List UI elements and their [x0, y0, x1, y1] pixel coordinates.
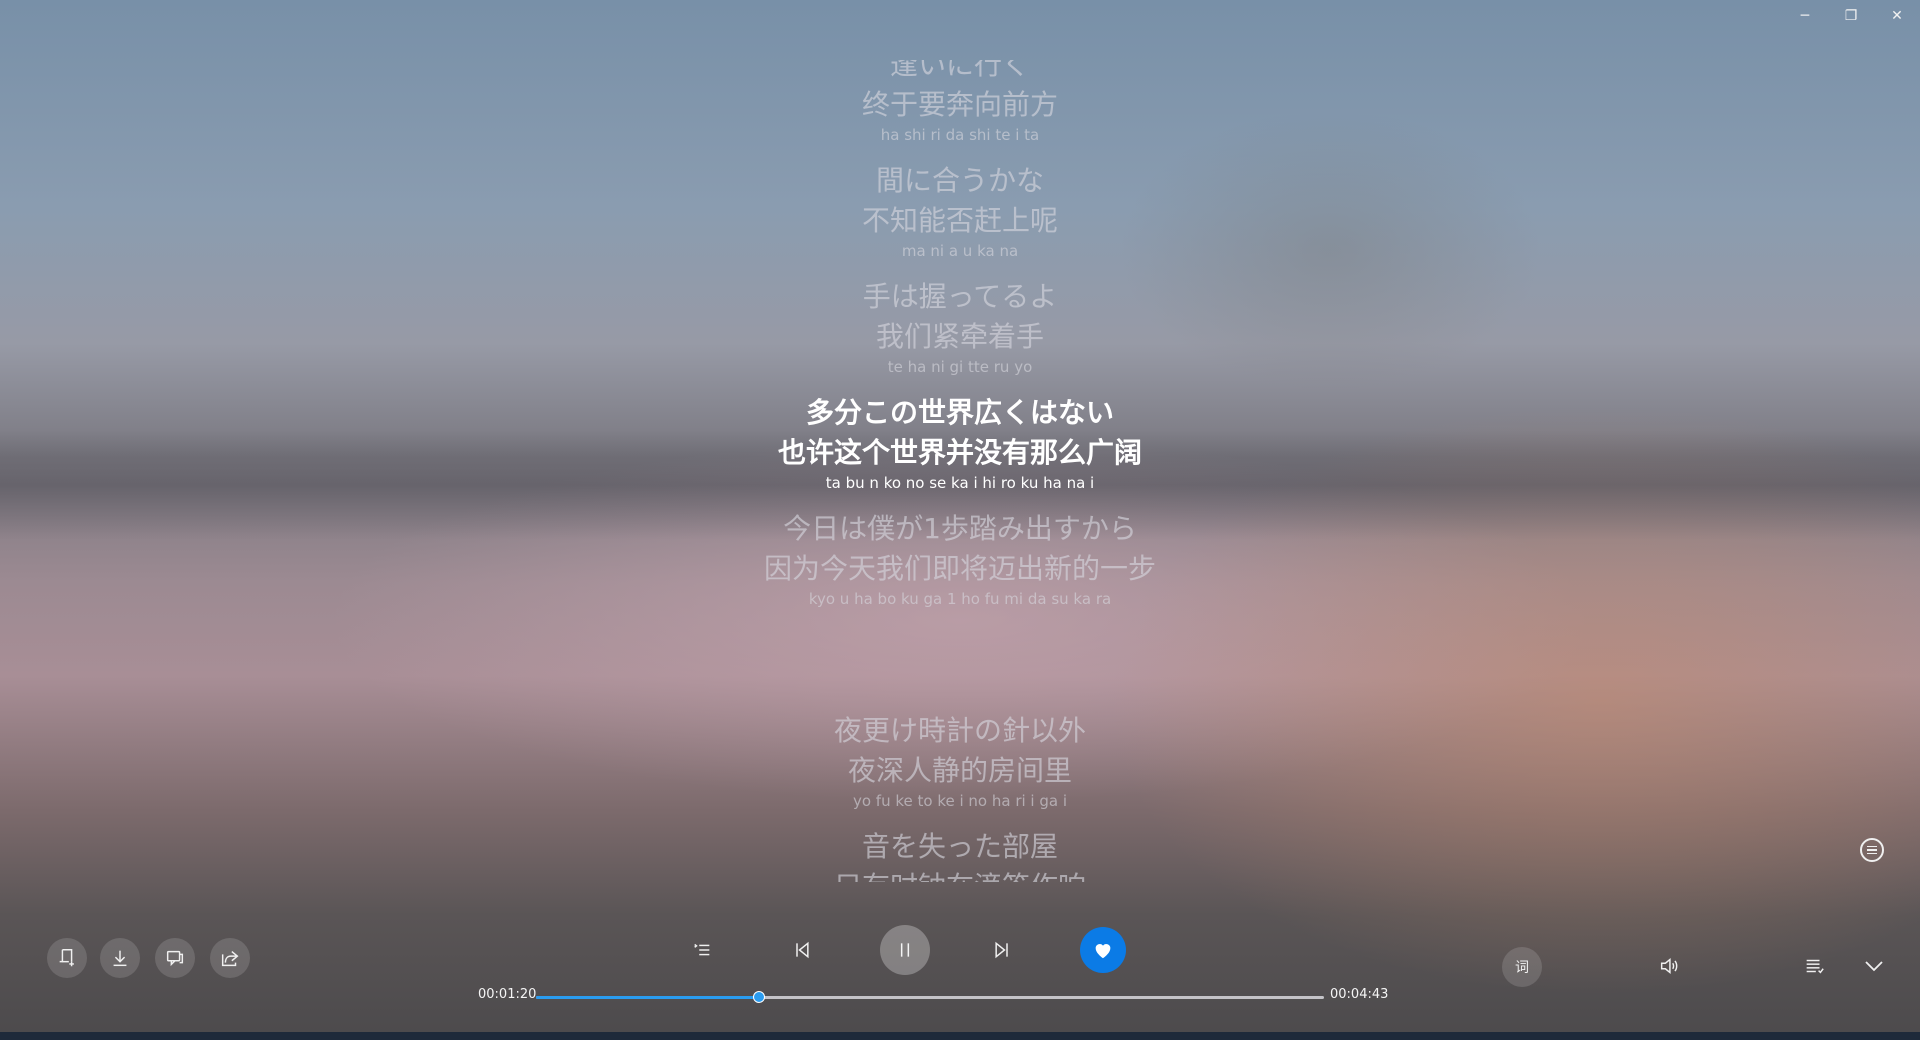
- share-icon: [221, 951, 239, 967]
- pause-button[interactable]: [880, 925, 930, 975]
- close-button[interactable]: ✕: [1874, 0, 1920, 32]
- volume-icon: [1660, 958, 1678, 974]
- previous-icon: [796, 941, 809, 959]
- lyric-romaji: ta bu n ko no se ka i hi ro ku ha na i: [825, 474, 1095, 492]
- lyric-toggle-label: 词: [1515, 960, 1529, 976]
- queue-button[interactable]: [1800, 954, 1828, 978]
- add-to-playlist-button[interactable]: [47, 938, 87, 978]
- lyric-original: 夜更け時計の針以外: [833, 714, 1086, 747]
- collapse-button[interactable]: [1860, 954, 1888, 978]
- lyric-translation: 只有时钟在滴答作响: [460, 867, 1460, 882]
- lyric-translation: 夜深人静的房间里: [847, 754, 1072, 787]
- lyric-romaji: yo fu ke to ke i no ha ri i ga i: [852, 792, 1068, 810]
- lyric-line[interactable]: 夜更け時計の針以外 夜深人静的房间里 yo fu ke to ke i no h…: [460, 711, 1460, 811]
- download-icon: [113, 950, 127, 967]
- total-duration: 00:04:43: [1330, 987, 1389, 1002]
- lyric-original: 今日は僕が1歩踏み出すから: [783, 512, 1137, 545]
- pause-icon: [900, 943, 910, 957]
- window-controls: ─ ❐ ✕: [1782, 0, 1920, 32]
- progress-slider[interactable]: [536, 991, 1324, 1003]
- lyric-translation: 终于要奔向前方: [861, 88, 1058, 121]
- comment-icon: [166, 950, 184, 967]
- lyric-mode-icon: [1867, 845, 1877, 855]
- lyric-line[interactable]: 音を失った部屋 只有时钟在滴答作响: [460, 827, 1460, 882]
- lyric-line[interactable]: 手は握ってるよ 我们紧牵着手 te ha ni gi tte ru yo: [460, 277, 1460, 377]
- restore-icon: ❐: [1844, 8, 1858, 24]
- lyric-original: 手は握ってるよ: [862, 280, 1058, 313]
- elapsed-time: 00:01:20: [478, 987, 537, 1002]
- lyric-toggle-button[interactable]: 词: [1502, 947, 1542, 987]
- add-to-playlist-icon: [59, 949, 74, 967]
- queue-icon: [1806, 959, 1824, 974]
- like-button[interactable]: [1080, 927, 1126, 973]
- lyric-translation: 也许这个世界并没有那么广阔: [777, 436, 1142, 469]
- restore-button[interactable]: ❐: [1828, 0, 1874, 32]
- lyric-romaji: te ha ni gi tte ru yo: [887, 358, 1033, 376]
- lyric-original: 多分この世界広くはない: [805, 396, 1114, 429]
- lyric-romaji: kyo u ha bo ku ga 1 ho fu mi da su ka ra: [808, 590, 1112, 608]
- close-icon: ✕: [1891, 8, 1903, 24]
- next-icon: [995, 941, 1008, 959]
- lyric-mode-button[interactable]: [1860, 838, 1884, 862]
- lyric-translation: 我们紧牵着手: [875, 320, 1044, 353]
- lyric-line[interactable]: 今日は僕が1歩踏み出すから 因为今天我们即将迈出新的一步 kyo u ha bo…: [460, 509, 1460, 609]
- minimize-icon: ─: [1800, 8, 1810, 24]
- lyric-line-current[interactable]: 多分この世界広くはない 也许这个世界并没有那么广阔 ta bu n ko no …: [460, 393, 1460, 493]
- heart-icon: [1095, 944, 1111, 959]
- progress-fill: [536, 996, 759, 999]
- lyric-line[interactable]: 逢いに行く 终于要奔向前方 ha shi ri da shi te i ta: [460, 60, 1460, 145]
- lyric-spacer: [460, 625, 1460, 711]
- next-button[interactable]: [990, 938, 1014, 962]
- share-button[interactable]: [210, 938, 250, 978]
- volume-button[interactable]: [1655, 954, 1683, 978]
- lyrics-panel[interactable]: 逢いに行く 终于要奔向前方 ha shi ri da shi te i ta 間…: [460, 60, 1460, 882]
- previous-button[interactable]: [790, 938, 814, 962]
- taskbar-edge: [0, 1032, 1920, 1040]
- lyric-romaji: ha shi ri da shi te i ta: [880, 126, 1040, 144]
- lyric-line[interactable]: 間に合うかな 不知能否赶上呢 ma ni a u ka na: [460, 161, 1460, 261]
- lyric-romaji: ma ni a u ka na: [901, 242, 1019, 260]
- playlist-order-button[interactable]: [690, 938, 714, 962]
- download-button[interactable]: [100, 938, 140, 978]
- collapse-icon: [1865, 961, 1883, 972]
- progress-handle[interactable]: [752, 991, 765, 1003]
- lyric-translation: 因为今天我们即将迈出新的一步: [763, 552, 1156, 585]
- lyric-original: 間に合うかな: [875, 164, 1044, 197]
- lyric-original: 逢いに行く: [889, 60, 1030, 81]
- minimize-button[interactable]: ─: [1782, 0, 1828, 32]
- playlist-order-icon: [694, 943, 710, 956]
- lyric-original: 音を失った部屋: [861, 830, 1058, 863]
- lyric-translation: 不知能否赶上呢: [861, 204, 1058, 237]
- comment-button[interactable]: [155, 938, 195, 978]
